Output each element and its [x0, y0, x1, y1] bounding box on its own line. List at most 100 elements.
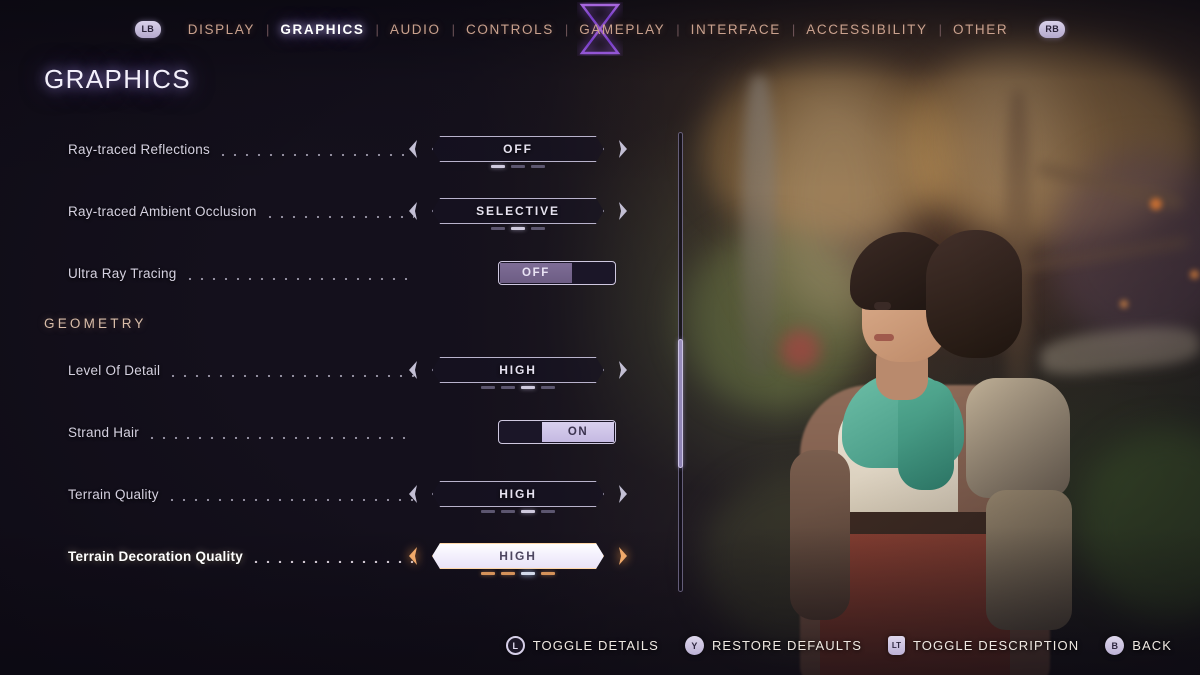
- stepper-body: OFF: [409, 136, 627, 162]
- tab-interface[interactable]: INTERFACE: [680, 22, 792, 37]
- button-hint[interactable]: L TOGGLE DETAILS: [505, 636, 659, 655]
- setting-row[interactable]: Terrain Quality HIGH: [0, 463, 660, 525]
- stepper-position-dash: [511, 227, 525, 230]
- stepper-position-dash: [541, 572, 555, 575]
- tab-graphics[interactable]: GRAPHICS: [269, 22, 375, 37]
- setting-label: Level Of Detail: [68, 362, 161, 378]
- toggle-knob: OFF: [500, 263, 572, 283]
- setting-stepper[interactable]: HIGH: [409, 481, 627, 513]
- setting-stepper[interactable]: HIGH: [409, 543, 627, 575]
- button-hint[interactable]: LT TOGGLE DESCRIPTION: [887, 636, 1079, 655]
- setting-value: OFF: [503, 142, 533, 156]
- right-bumper-icon[interactable]: RB: [1039, 20, 1066, 38]
- chevron-left-icon[interactable]: [406, 484, 419, 504]
- gamepad-button-b-icon: B: [1105, 636, 1125, 655]
- stepper-position-dash: [501, 572, 515, 575]
- setting-stepper[interactable]: SELECTIVE: [409, 198, 627, 230]
- setting-toggle[interactable]: ON: [498, 420, 616, 444]
- stepper-position-dash: [491, 227, 505, 230]
- gamepad-button-y-icon: Y: [684, 636, 704, 655]
- setting-toggle-wrap: ON: [420, 420, 616, 444]
- stepper-position-dash: [531, 227, 545, 230]
- nav-separator: |: [375, 21, 379, 37]
- nav-separator: |: [266, 21, 270, 37]
- scrollbar-thumb[interactable]: [678, 339, 683, 468]
- nav-items-container: LB DISPLAY | GRAPHICS | AUDIO | CONTROLS…: [134, 3, 1066, 55]
- tab-gameplay[interactable]: GAMEPLAY: [568, 22, 676, 37]
- stepper-body: HIGH: [409, 481, 627, 507]
- button-hints-bar: L TOGGLE DETAILS Y RESTORE DEFAULTS LT TOGGLE…: [505, 636, 1172, 655]
- stepper-position-dash: [481, 386, 495, 389]
- settings-list: Ray-traced Reflections OFF Ray-traced Ambi…: [0, 118, 660, 587]
- stepper-position-dash: [531, 165, 545, 168]
- chevron-right-icon[interactable]: [617, 546, 630, 566]
- button-hint[interactable]: Y RESTORE DEFAULTS: [684, 636, 862, 655]
- dotted-leader: [183, 266, 414, 280]
- nav-separator: |: [676, 21, 680, 37]
- stepper-position-dash: [501, 386, 515, 389]
- stepper-body: HIGH: [409, 543, 627, 569]
- nav-separator: |: [938, 21, 942, 37]
- setting-row[interactable]: Terrain Decoration Quality HIGH: [0, 525, 660, 587]
- setting-label: Ray-traced Reflections: [68, 141, 211, 157]
- nav-separator: |: [564, 21, 569, 37]
- dotted-leader: [165, 487, 414, 501]
- stepper-position-dash: [521, 572, 535, 575]
- setting-label: Terrain Quality: [68, 486, 159, 502]
- settings-scrollbar[interactable]: [678, 132, 683, 592]
- setting-row[interactable]: Ray-traced Reflections OFF: [0, 118, 660, 180]
- setting-label: Terrain Decoration Quality: [68, 548, 244, 564]
- setting-value: HIGH: [499, 549, 537, 563]
- chevron-left-icon[interactable]: [406, 139, 419, 159]
- tab-display[interactable]: DISPLAY: [177, 22, 266, 37]
- stepper-position-dash: [541, 510, 555, 513]
- dotted-leader: [217, 142, 414, 156]
- gamepad-button-l-icon: L: [505, 636, 525, 655]
- chevron-left-icon[interactable]: [406, 201, 419, 221]
- setting-value: HIGH: [499, 363, 537, 377]
- stepper-position-indicator: [491, 165, 545, 168]
- setting-row[interactable]: Level Of Detail HIGH: [0, 339, 660, 401]
- tab-accessibility[interactable]: ACCESSIBILITY: [795, 22, 938, 37]
- stepper-position-dash: [501, 510, 515, 513]
- stepper-value-box[interactable]: HIGH: [432, 481, 604, 507]
- tab-controls[interactable]: CONTROLS: [455, 22, 565, 37]
- chevron-left-icon[interactable]: [406, 360, 419, 380]
- left-bumper-icon[interactable]: LB: [134, 20, 161, 38]
- stepper-position-dash: [541, 386, 555, 389]
- stepper-body: HIGH: [409, 357, 627, 383]
- setting-value: HIGH: [499, 487, 537, 501]
- stepper-value-box[interactable]: OFF: [432, 136, 604, 162]
- setting-label: Ultra Ray Tracing: [68, 265, 177, 281]
- chevron-right-icon[interactable]: [617, 201, 630, 221]
- setting-toggle-wrap: OFF: [420, 261, 616, 285]
- setting-row[interactable]: Strand Hair ON: [0, 401, 660, 463]
- setting-row[interactable]: Ray-traced Ambient Occlusion SELECTIVE: [0, 180, 660, 242]
- gamepad-button-lt-icon: LT: [887, 636, 905, 655]
- button-hint[interactable]: B BACK: [1105, 636, 1172, 655]
- setting-toggle[interactable]: OFF: [498, 261, 616, 285]
- stepper-value-box[interactable]: HIGH: [432, 543, 604, 569]
- button-hint-label: TOGGLE DETAILS: [532, 638, 659, 653]
- stepper-position-dash: [491, 165, 505, 168]
- tab-audio[interactable]: AUDIO: [379, 22, 452, 37]
- stepper-value-box[interactable]: SELECTIVE: [432, 198, 604, 224]
- chevron-right-icon[interactable]: [617, 360, 630, 380]
- setting-stepper[interactable]: HIGH: [409, 357, 627, 389]
- setting-row[interactable]: Ultra Ray Tracing OFF: [0, 242, 660, 304]
- stepper-position-indicator: [481, 572, 555, 575]
- button-hint-label: BACK: [1132, 638, 1172, 653]
- setting-stepper[interactable]: OFF: [409, 136, 627, 168]
- chevron-right-icon[interactable]: [617, 484, 630, 504]
- stepper-position-dash: [511, 165, 525, 168]
- tab-other[interactable]: OTHER: [942, 22, 1019, 37]
- stepper-position-dash: [481, 572, 495, 575]
- settings-tab-bar: LB DISPLAY | GRAPHICS | AUDIO | CONTROLS…: [0, 0, 1200, 58]
- setting-value: SELECTIVE: [476, 204, 560, 218]
- stepper-position-dash: [481, 510, 495, 513]
- chevron-left-icon[interactable]: [406, 546, 419, 566]
- button-hint-label: RESTORE DEFAULTS: [711, 638, 862, 653]
- dotted-leader: [250, 549, 414, 563]
- stepper-value-box[interactable]: HIGH: [432, 357, 604, 383]
- chevron-right-icon[interactable]: [617, 139, 630, 159]
